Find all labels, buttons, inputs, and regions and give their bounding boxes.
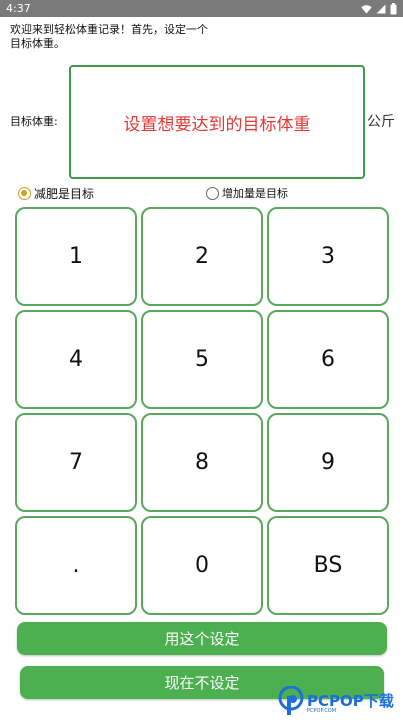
- battery-icon: [390, 2, 397, 14]
- goal-option-lose[interactable]: 减肥是目标: [18, 183, 94, 203]
- goal-option-gain-label: 增加量是目标: [222, 187, 288, 200]
- status-time: 4:37: [6, 2, 31, 15]
- key-9[interactable]: 9: [267, 413, 389, 512]
- watermark: PCPOP下载 PCPOP.COM: [278, 681, 403, 720]
- target-weight-label: 目标体重:: [10, 115, 58, 128]
- radio-unselected-icon[interactable]: [206, 186, 219, 200]
- radio-selected-icon[interactable]: [18, 186, 31, 200]
- use-setting-button[interactable]: 用这个设定: [17, 622, 387, 655]
- key-4[interactable]: 4: [15, 310, 137, 409]
- key-5[interactable]: 5: [141, 310, 263, 409]
- watermark-subtext: PCPOP.COM: [307, 708, 337, 714]
- key-2[interactable]: 2: [141, 207, 263, 306]
- key-decimal[interactable]: .: [15, 516, 137, 615]
- target-weight-placeholder: 设置想要达到的目标体重: [123, 114, 311, 135]
- unit-label: 公斤: [367, 114, 395, 130]
- number-keypad: 1 2 3 4 5 6 7 8 9 . 0 BS: [15, 207, 389, 615]
- intro-text: 欢迎来到轻松体重记录！首先，设定一个目标体重。: [10, 23, 208, 50]
- wifi-icon: [361, 4, 372, 13]
- key-8[interactable]: 8: [141, 413, 263, 512]
- status-icons: [361, 2, 397, 15]
- target-weight-input[interactable]: 设置想要达到的目标体重: [69, 65, 365, 179]
- pcpop-logo-icon: [278, 685, 304, 715]
- status-bar: 4:37: [0, 0, 403, 17]
- key-0[interactable]: 0: [141, 516, 263, 615]
- signal-icon: [376, 4, 386, 13]
- key-1[interactable]: 1: [15, 207, 137, 306]
- key-backspace[interactable]: BS: [267, 516, 389, 615]
- goal-option-gain[interactable]: 增加量是目标: [206, 183, 288, 203]
- key-6[interactable]: 6: [267, 310, 389, 409]
- key-3[interactable]: 3: [267, 207, 389, 306]
- key-7[interactable]: 7: [15, 413, 137, 512]
- goal-option-lose-label: 减肥是目标: [34, 186, 95, 201]
